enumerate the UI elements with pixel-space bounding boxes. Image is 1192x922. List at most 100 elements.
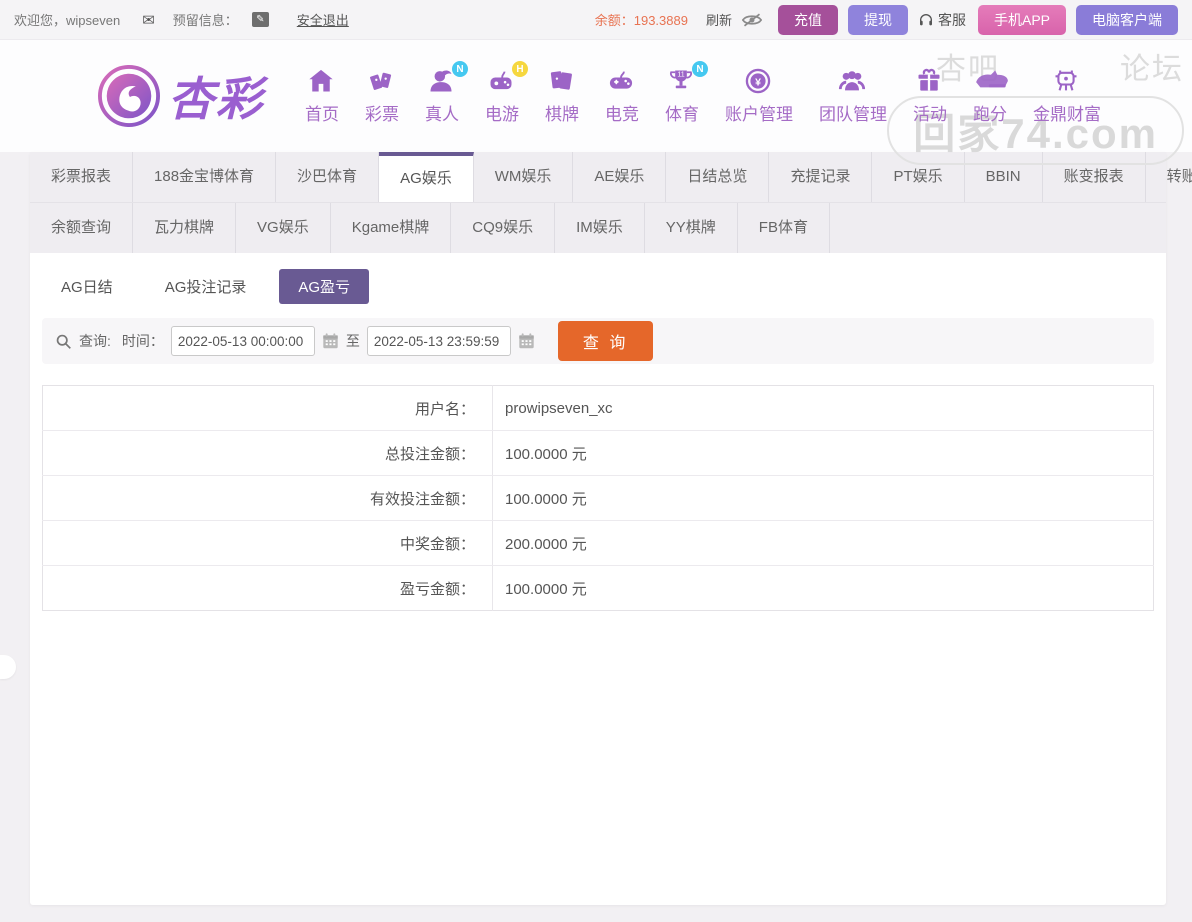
nav-item-activity[interactable]: 活动 [900,67,960,125]
balance-display: 余额：193.3889 [595,10,688,29]
recharge-button[interactable]: 充值 [778,5,838,35]
hide-balance-eye-icon[interactable] [742,13,762,27]
message-envelope-icon[interactable]: ✉ [142,11,155,29]
logo-text: 杏彩 [168,63,264,129]
row-value: 100.0000 元 [493,431,1154,476]
tab-fb-sports[interactable]: FB体育 [738,203,830,253]
side-widget-handle[interactable] [0,655,16,679]
row-label: 盈亏金额： [43,566,493,611]
nav-item-sports[interactable]: 11 N 体育 [652,67,712,125]
main-nav: 首页 彩票 N 真人 H 电游 棋牌 [292,67,1114,125]
tab-ae-entertainment[interactable]: AE娱乐 [573,152,666,202]
calendar-icon[interactable] [322,333,339,349]
table-row-total-bet: 总投注金额： 100.0000 元 [43,431,1154,476]
time-label: 时间： [122,331,164,351]
new-badge: N [452,61,468,77]
tab-saba-sports[interactable]: 沙巴体育 [276,152,379,202]
edit-reserved-info-icon[interactable]: ✎ [252,12,269,27]
row-value: prowipseven_xc [493,386,1154,431]
search-icon [55,333,72,350]
paofen-mascot-icon [974,67,1006,97]
balance-label: 余额： [595,13,634,28]
report-tabs-row1: 彩票报表 188金宝博体育 沙巴体育 AG娱乐 WM娱乐 AE娱乐 日结总览 充… [30,152,1166,202]
tab-kgame-chess[interactable]: Kgame棋牌 [331,203,452,253]
tab-deposit-withdraw-records[interactable]: 充提记录 [769,152,872,202]
tab-wm-entertainment[interactable]: WM娱乐 [474,152,574,202]
customer-service-label: 客服 [938,10,966,30]
query-submit-button[interactable]: 查 询 [558,321,653,361]
reserved-info-label: 预留信息： [173,10,238,29]
team-icon [837,67,869,97]
table-row-username: 用户名： prowipseven_xc [43,386,1154,431]
ag-subtabs: AG日结 AG投注记录 AG盈亏 [42,269,1154,304]
nav-item-egame[interactable]: H 电游 [472,67,532,125]
report-panel: 彩票报表 188金宝博体育 沙巴体育 AG娱乐 WM娱乐 AE娱乐 日结总览 充… [30,152,1166,905]
withdraw-button[interactable]: 提现 [848,5,908,35]
gift-icon [914,67,946,97]
site-logo[interactable]: 杏彩 [98,63,264,129]
logo-emblem [98,65,160,127]
subtab-ag-profit-loss[interactable]: AG盈亏 [279,269,369,304]
headset-icon [918,12,934,28]
svg-text:11: 11 [677,71,684,78]
query-label: 查询: [79,331,111,351]
tab-account-change-report[interactable]: 账变报表 [1043,152,1146,202]
pc-client-button[interactable]: 电脑客户端 [1076,5,1178,35]
nav-item-jinding[interactable]: 金鼎财富 [1020,67,1114,125]
row-label: 总投注金额： [43,431,493,476]
tab-yy-chess[interactable]: YY棋牌 [645,203,738,253]
home-icon [306,67,338,97]
tab-pt-entertainment[interactable]: PT娱乐 [872,152,964,202]
nav-item-home[interactable]: 首页 [292,67,352,125]
nav-item-live[interactable]: N 真人 [412,67,472,125]
logout-link[interactable]: 安全退出 [297,10,349,29]
tab-transfer-report[interactable]: 转账报表 [1146,152,1192,202]
end-time-input[interactable] [367,326,511,356]
row-value: 100.0000 元 [493,566,1154,611]
table-row-winning-amount: 中奖金额： 200.0000 元 [43,521,1154,566]
nav-item-esports[interactable]: 电竞 [592,67,652,125]
start-time-input[interactable] [171,326,315,356]
live-person-icon: N [426,67,458,97]
tab-lottery-report[interactable]: 彩票报表 [30,152,133,202]
nav-item-chess[interactable]: 棋牌 [532,67,592,125]
nav-item-lottery[interactable]: 彩票 [352,67,412,125]
welcome-text: 欢迎您，wipseven [14,10,120,29]
lottery-ticket-icon [366,67,398,97]
tab-bbin[interactable]: BBIN [965,152,1043,202]
table-row-profit-loss: 盈亏金额： 100.0000 元 [43,566,1154,611]
refresh-balance-button[interactable]: 刷新 [706,10,732,29]
top-account-bar: 欢迎您，wipseven ✉ 预留信息： ✎ 安全退出 余额：193.3889 … [0,0,1192,40]
subtab-ag-bet-records[interactable]: AG投注记录 [146,269,266,304]
query-bar: 查询: 时间： 至 查 询 [42,318,1154,364]
tab-wali-chess[interactable]: 瓦力棋牌 [133,203,236,253]
customer-service-link[interactable]: 客服 [918,10,966,30]
svg-text:¥: ¥ [755,77,761,89]
row-value: 100.0000 元 [493,476,1154,521]
hot-badge: H [512,61,528,77]
tab-im-entertainment[interactable]: IM娱乐 [555,203,645,253]
trophy-icon: 11 N [666,67,698,97]
tab-ag-entertainment[interactable]: AG娱乐 [379,152,474,202]
row-value: 200.0000 元 [493,521,1154,566]
slot-game-icon: H [486,67,518,97]
mobile-app-button[interactable]: 手机APP [978,5,1066,35]
row-label: 中奖金额： [43,521,493,566]
tab-balance-query[interactable]: 余额查询 [30,203,133,253]
nav-item-account[interactable]: ¥ 账户管理 [712,67,806,125]
calendar-icon[interactable] [518,333,535,349]
subtab-ag-daily[interactable]: AG日结 [42,269,132,304]
nav-item-paofen[interactable]: 跑分 [960,67,1020,125]
to-label: 至 [346,331,360,351]
tab-daily-summary[interactable]: 日结总览 [666,152,769,202]
tab-vg-entertainment[interactable]: VG娱乐 [236,203,331,253]
tab-188-sports[interactable]: 188金宝博体育 [133,152,276,202]
table-row-valid-bet: 有效投注金额： 100.0000 元 [43,476,1154,521]
nav-item-team[interactable]: 团队管理 [806,67,900,125]
site-header: 杏吧论坛 回家74.com 杏彩 首页 彩票 [0,40,1192,152]
treasure-ding-icon [1051,67,1083,97]
gamepad-icon [606,67,638,97]
yuan-coin-icon: ¥ [743,67,775,97]
tab-cq9-entertainment[interactable]: CQ9娱乐 [451,203,555,253]
row-label: 用户名： [43,386,493,431]
